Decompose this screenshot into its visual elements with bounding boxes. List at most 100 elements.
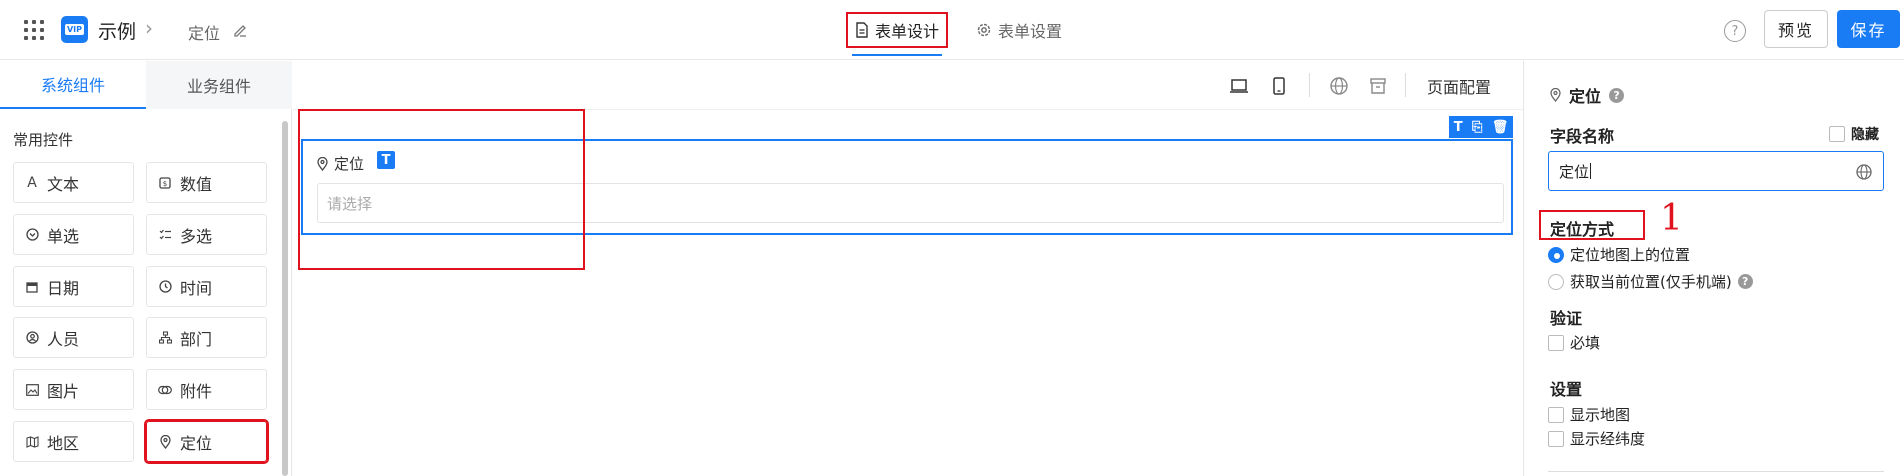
location-pin-icon (158, 434, 172, 449)
help-icon[interactable]: ? (1724, 20, 1746, 42)
radio-option-current[interactable]: 获取当前位置(仅手机端) ? (1548, 271, 1753, 292)
property-title-text: 定位 (1569, 87, 1602, 106)
component-attachment[interactable]: 附件 (146, 369, 267, 410)
radio-icon (25, 228, 39, 242)
radio-label: 获取当前位置(仅手机端) (1570, 273, 1732, 291)
calendar-icon (25, 280, 39, 294)
hide-label: 隐藏 (1851, 127, 1879, 143)
save-button[interactable]: 保存 (1837, 10, 1900, 48)
mobile-view-icon[interactable] (1268, 75, 1290, 97)
pencil-edit-icon[interactable] (232, 22, 248, 38)
show-coords-label: 显示经纬度 (1570, 430, 1646, 448)
org-icon (158, 331, 172, 345)
location-pin-icon (1550, 88, 1561, 102)
component-panel: 系统组件 业务组件 常用控件 A 文本 $ 数值 单选 多选 日期 时间 人员 … (0, 61, 292, 476)
hide-checkbox[interactable] (1829, 126, 1845, 142)
component-label: 地区 (47, 433, 80, 453)
document-icon (856, 22, 868, 38)
help-icon[interactable]: ? (1609, 87, 1625, 103)
component-label: 附件 (180, 381, 213, 401)
tab-system-components[interactable]: 系统组件 (0, 61, 146, 109)
image-icon (25, 383, 39, 397)
tab-form-design[interactable]: 表单设计 (846, 12, 948, 48)
radio-option-map[interactable]: 定位地图上的位置 (1548, 244, 1690, 265)
app-name[interactable]: 示例 (98, 17, 136, 44)
checklist-icon (158, 228, 172, 242)
component-radio[interactable]: 单选 (13, 214, 134, 255)
required-checkbox[interactable] (1548, 334, 1564, 351)
component-label: 数值 (180, 174, 213, 194)
radio-button[interactable] (1548, 273, 1564, 290)
archive-icon[interactable] (1367, 75, 1389, 97)
tab-form-design-label: 表单设计 (874, 22, 939, 41)
component-time[interactable]: 时间 (146, 266, 267, 307)
component-label: 时间 (180, 278, 213, 298)
show-coords-checkbox[interactable] (1548, 430, 1564, 447)
form-canvas: 页面配置 T ⎘ 🗑︎ 定位 T 请选择 (293, 61, 1523, 476)
top-bar: VIP 示例 › 定位 表单设计 表单设置 ? 预览 保存 (0, 0, 1904, 60)
annotation-highlight-box (298, 109, 585, 270)
tab-business-components[interactable]: 业务组件 (146, 61, 292, 109)
page-config-button[interactable]: 页面配置 (1427, 74, 1491, 98)
form-name: 定位 (188, 24, 221, 43)
component-number[interactable]: $ 数值 (146, 162, 267, 203)
component-label: 多选 (180, 226, 213, 246)
gear-icon (977, 23, 991, 37)
field-name-value: 定位 (1559, 162, 1590, 181)
component-label: 单选 (47, 226, 80, 246)
tab-form-settings-label: 表单设置 (998, 22, 1063, 41)
chevron-right-icon: › (145, 16, 153, 40)
preview-button[interactable]: 预览 (1764, 10, 1828, 48)
clock-icon (158, 280, 172, 294)
map-icon (25, 435, 39, 449)
component-department[interactable]: 部门 (146, 317, 267, 358)
component-text[interactable]: A 文本 (13, 162, 134, 203)
component-label: 部门 (180, 329, 213, 349)
text-icon: A (27, 174, 37, 191)
component-label: 日期 (47, 278, 80, 298)
show-map-label: 显示地图 (1570, 406, 1631, 424)
required-option[interactable]: 必填 (1548, 332, 1600, 353)
desktop-view-icon[interactable] (1228, 75, 1250, 97)
text-caret (1590, 163, 1592, 179)
text-format-icon[interactable]: T (1454, 120, 1463, 135)
component-label: 定位 (180, 433, 213, 453)
help-icon[interactable]: ? (1737, 274, 1753, 289)
toolbar-divider (1309, 73, 1310, 97)
show-map-checkbox[interactable] (1548, 406, 1564, 423)
toolbar-divider (1405, 73, 1406, 97)
tab-form-settings[interactable]: 表单设置 (976, 18, 1062, 42)
show-map-option[interactable]: 显示地图 (1548, 404, 1630, 425)
link-icon (158, 383, 172, 397)
component-person[interactable]: 人员 (13, 317, 134, 358)
section-divider (1548, 471, 1884, 472)
globe-icon[interactable] (1855, 163, 1873, 181)
component-region[interactable]: 地区 (13, 421, 134, 462)
property-panel: 定位 ? 字段名称 隐藏 定位 定位方式 1 定位地图上的位置 获取当前位置(仅… (1523, 61, 1904, 476)
globe-icon[interactable] (1328, 75, 1350, 97)
radio-button-selected[interactable] (1548, 246, 1564, 263)
component-date[interactable]: 日期 (13, 266, 134, 307)
copy-icon[interactable]: ⎘ (1472, 120, 1482, 135)
person-icon (25, 331, 39, 345)
app-grid-icon[interactable] (24, 20, 44, 40)
field-name-label: 字段名称 (1550, 127, 1615, 146)
location-mode-label: 定位方式 (1550, 220, 1615, 239)
field-name-input[interactable]: 定位 (1548, 151, 1884, 191)
radio-label: 定位地图上的位置 (1570, 246, 1691, 264)
component-label: 图片 (47, 381, 80, 401)
panel-scrollbar[interactable] (282, 121, 288, 476)
component-checkbox[interactable]: 多选 (146, 214, 267, 255)
component-image[interactable]: 图片 (13, 369, 134, 410)
property-title: 定位 ? (1550, 83, 1625, 107)
vip-logo-icon: VIP (61, 16, 88, 43)
hide-toggle[interactable]: 隐藏 (1829, 124, 1879, 144)
trash-icon[interactable]: 🗑︎ (1492, 120, 1509, 135)
component-location[interactable]: 定位 (144, 419, 269, 464)
component-tabs: 系统组件 业务组件 (0, 61, 292, 109)
show-coords-option[interactable]: 显示经纬度 (1548, 428, 1645, 449)
annotation-number: 1 (1660, 198, 1683, 239)
field-action-bar: T ⎘ 🗑︎ (1449, 116, 1513, 138)
section-title: 常用控件 (13, 131, 74, 149)
number-icon: $ (158, 176, 172, 190)
